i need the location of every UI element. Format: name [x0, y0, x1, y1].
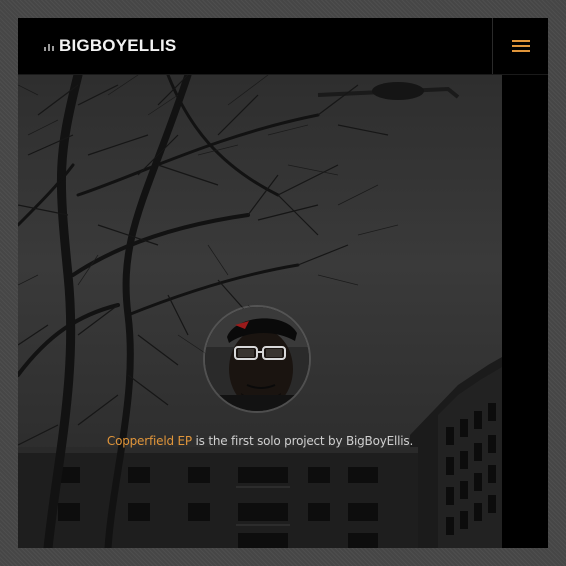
side-panel	[502, 75, 548, 548]
artist-avatar	[205, 307, 309, 411]
site-frame: BIGBOYELLIS Copperfield EP is the first …	[18, 18, 548, 548]
logo-text: BIGBOYELLIS	[59, 36, 177, 55]
menu-button[interactable]	[492, 18, 548, 74]
site-logo[interactable]: BIGBOYELLIS	[44, 36, 176, 56]
copperfield-ep-link[interactable]: Copperfield EP	[107, 434, 192, 448]
site-header: BIGBOYELLIS	[18, 18, 548, 75]
tagline-text: is the first solo project by BigBoyEllis…	[191, 434, 414, 448]
hero-tagline: Copperfield EP is the first solo project…	[18, 434, 502, 448]
hero-section: Copperfield EP is the first solo project…	[18, 75, 502, 548]
equalizer-bars-icon	[44, 41, 54, 51]
hamburger-menu-icon	[512, 40, 530, 52]
